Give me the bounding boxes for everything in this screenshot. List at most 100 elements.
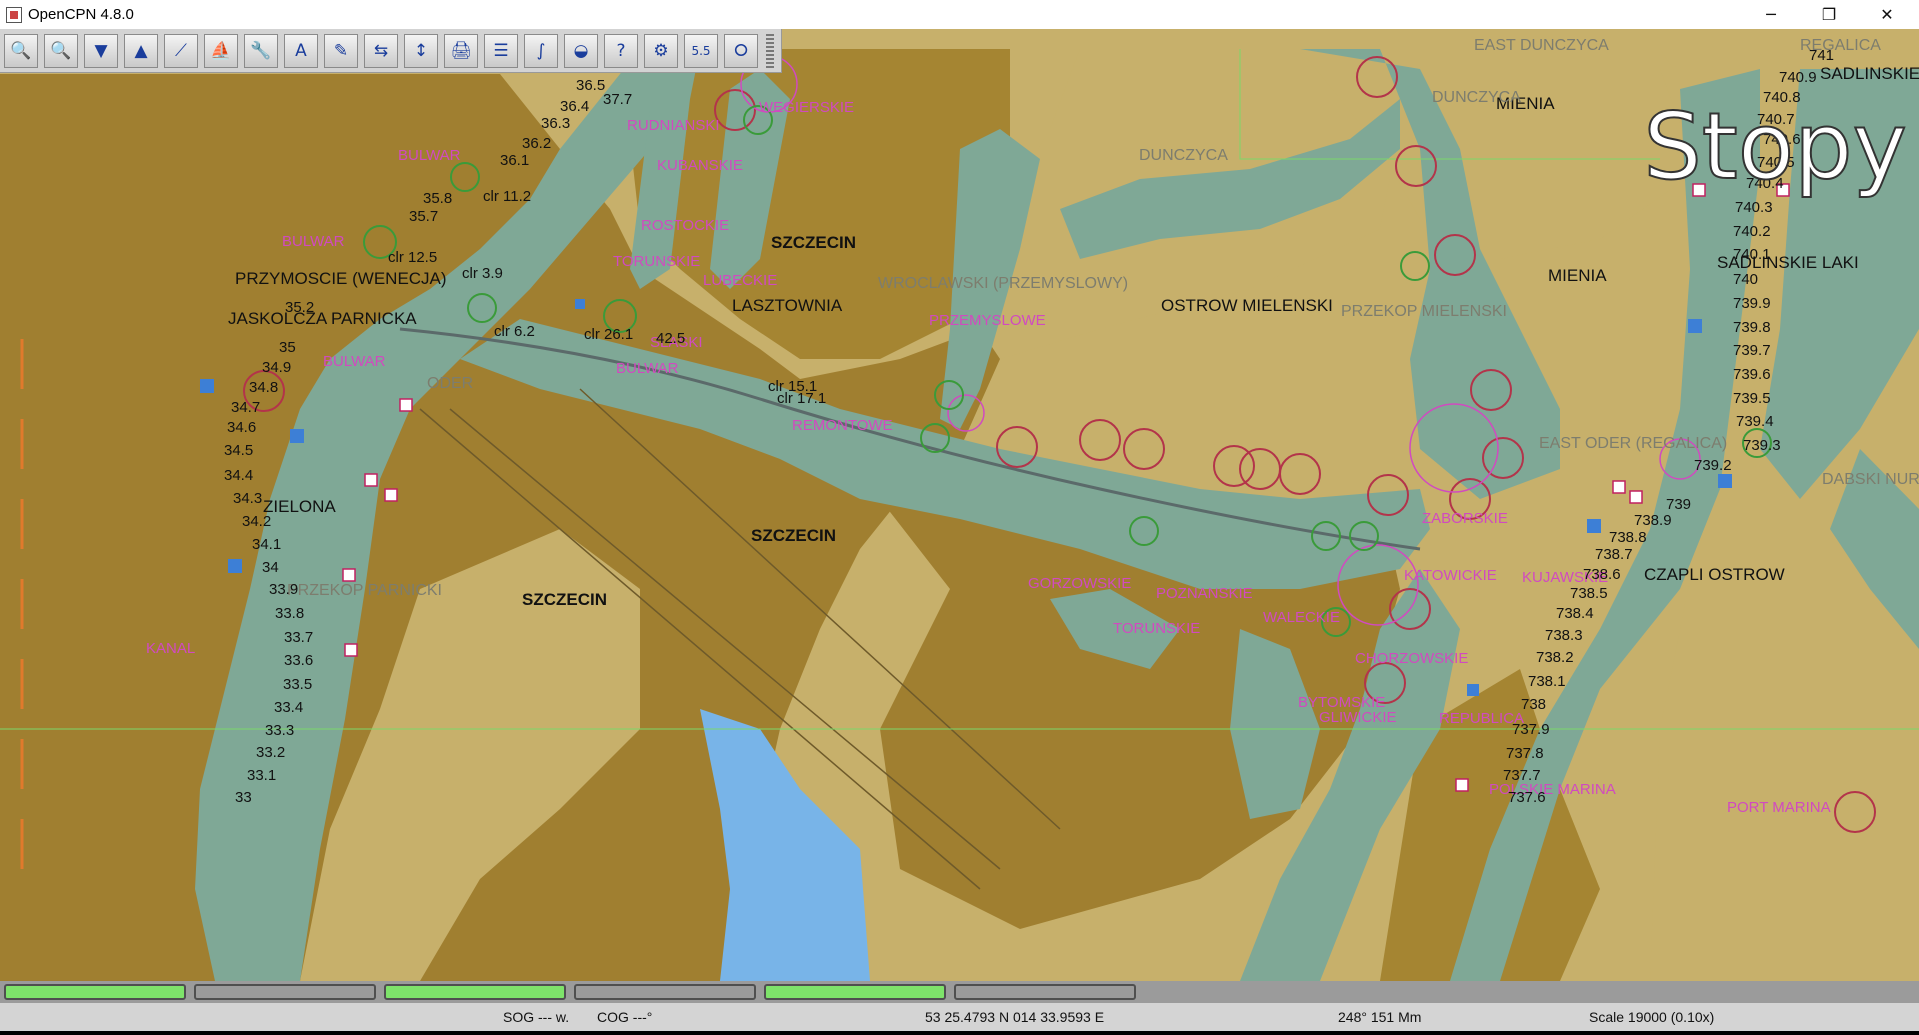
depth-sounding: 740 [1733, 271, 1759, 288]
chart-bar-item[interactable] [4, 984, 186, 1000]
berth-name: PORT MARINA [1727, 799, 1831, 816]
depth-sounding: 33.8 [275, 605, 305, 622]
ais-icon[interactable]: ⚙ [644, 33, 678, 68]
color-scheme-icon[interactable]: ◒ [564, 33, 598, 68]
place-name: SADLINSKIE L [1820, 64, 1919, 83]
depth-sounding: 739.3 [1743, 437, 1781, 454]
depth-sounding: 738.1 [1528, 673, 1566, 690]
cog-readout: COG ---° [597, 1009, 653, 1025]
track-icon[interactable]: ∫ [524, 33, 558, 68]
berth-name: GORZOWSKIE [1028, 575, 1132, 592]
scale-out-icon[interactable]: ▲ [124, 33, 158, 68]
depth-sounding: 738.4 [1556, 605, 1594, 622]
waterway-name: EAST DUNCZYCA [1474, 37, 1609, 54]
depth-sounding: 738.8 [1609, 529, 1647, 546]
berth-name: BULWAR [323, 353, 386, 370]
berth-name: PRZEMYSLOWE [929, 312, 1046, 329]
chart-canvas[interactable]: SZCZECIN SZCZECIN SZCZECIN LASZTOWNIA OSTROW… [0, 29, 1919, 981]
quilt-icon[interactable]: ↕ [404, 33, 438, 68]
berth-name: BULWAR [282, 233, 345, 250]
chart-bar-item[interactable] [574, 984, 756, 1000]
place-name-bold: SZCZECIN [522, 590, 607, 609]
depth-sounding: 33.3 [265, 722, 295, 739]
settings-icon[interactable]: 🔧 [244, 33, 278, 68]
chart-bar [0, 981, 1919, 1003]
chart-bar-item[interactable] [954, 984, 1136, 1000]
depth-sounding: 738 [1521, 696, 1547, 713]
depth-sounding: 741 [1809, 47, 1835, 64]
berth-name: KANAL [146, 640, 196, 657]
waterway-name: DABSKI NURT [1822, 471, 1919, 488]
scale-in-icon[interactable]: ▼ [84, 33, 118, 68]
depth-sounding: 740.2 [1733, 223, 1771, 240]
chart-bar-item[interactable] [764, 984, 946, 1000]
main-toolbar: 🔍 🔍 ▼ ▲ ⟋ ⛵ 🔧 A ✎ ⇆ ↕ 🖨 ☰ ∫ ◒? ⚙ 5.5 ⭘ [0, 29, 782, 73]
place-name: PRZYMOSCIE (WENECJA) [235, 269, 447, 288]
waterway-name: EAST ODER (REGALICA) [1539, 435, 1728, 452]
minimize-button[interactable]: ─ [1748, 0, 1794, 29]
chart-bar-item[interactable] [384, 984, 566, 1000]
depth-sounding: 737.9 [1512, 721, 1550, 738]
route-icon[interactable]: ⟋ [164, 33, 198, 68]
version-icon[interactable]: 5.5 [684, 33, 718, 68]
place-name-bold: SZCZECIN [751, 526, 836, 545]
chart-bar-item[interactable] [194, 984, 376, 1000]
berth-name: GLIWICKIE [1319, 709, 1397, 726]
berth-name: WALECKIE [1263, 609, 1340, 626]
depth-sounding: 33.7 [284, 629, 314, 646]
place-name: CZAPLI OSTROW [1644, 565, 1785, 584]
depth-sounding: 35.7 [409, 208, 439, 225]
depth-sounding: clr 17.1 [777, 390, 827, 407]
restore-button[interactable]: ❐ [1806, 0, 1852, 29]
depth-sounding: 738.6 [1583, 566, 1621, 583]
print-icon[interactable]: 🖨 [444, 33, 478, 68]
zoom-in-icon[interactable]: 🔍 [4, 33, 38, 68]
waterway-name: PRZEKOP MIELENSKI [1341, 303, 1507, 320]
depth-sounding: 33.4 [274, 699, 304, 716]
depth-sounding: 34.6 [227, 419, 257, 436]
help-icon[interactable]: ? [604, 33, 638, 68]
depth-sounding: 737.8 [1506, 745, 1544, 762]
depth-sounding: 739.5 [1733, 390, 1771, 407]
depth-sounding: 740.1 [1733, 246, 1771, 263]
toolbar-grip[interactable] [766, 33, 774, 68]
depth-sounding: 738.3 [1545, 627, 1583, 644]
depth-sounding: 36.2 [522, 135, 552, 152]
place-name: LASZTOWNIA [732, 296, 843, 315]
depth-sounding: 739.4 [1736, 413, 1774, 430]
text-icon[interactable]: A [284, 33, 318, 68]
waterway-name: DUNCZYCA [1432, 89, 1521, 106]
bearing-readout: 248° 151 Mm [1338, 1009, 1422, 1025]
depth-sounding: 740.3 [1735, 199, 1773, 216]
berth-name: BULWAR [616, 360, 679, 377]
depth-sounding: 34 [262, 559, 279, 576]
current-icon[interactable]: ✎ [324, 33, 358, 68]
close-button[interactable]: ✕ [1864, 0, 1910, 29]
depth-sounding: 739 [1666, 496, 1692, 513]
depth-sounding: 739.8 [1733, 319, 1771, 336]
berth-name: POZNANSKIE [1156, 585, 1253, 602]
depth-sounding: 36.4 [560, 98, 590, 115]
depth-sounding: 33.2 [256, 744, 286, 761]
mob-icon[interactable]: ⭘ [724, 33, 758, 68]
depth-sounding: 34.3 [233, 490, 263, 507]
depth-sounding: 42.5 [656, 330, 686, 347]
depth-sounding: 738.5 [1570, 585, 1608, 602]
depth-sounding: clr 12.5 [388, 249, 438, 266]
app-icon [6, 6, 22, 23]
waterway-name: PRZEKOP PARNICKI [287, 582, 442, 599]
depth-sounding: 737.7 [1503, 767, 1541, 784]
depth-sounding: 740.9 [1779, 69, 1817, 86]
tide-icon[interactable]: ⇆ [364, 33, 398, 68]
place-name-bold: SZCZECIN [771, 233, 856, 252]
place-name: MIENIA [1548, 266, 1607, 285]
route-manager-icon[interactable]: ☰ [484, 33, 518, 68]
place-name: JASKOLCZA PARNICKA [228, 309, 417, 328]
auto-follow-icon[interactable]: ⛵ [204, 33, 238, 68]
depth-sounding: 739.7 [1733, 342, 1771, 359]
waterway-name: ODER [427, 375, 474, 392]
depth-sounding: 35.8 [423, 190, 453, 207]
berth-name: WEGIERSKIE [759, 99, 855, 116]
zoom-out-icon[interactable]: 🔍 [44, 33, 78, 68]
depth-sounding: 739.9 [1733, 295, 1771, 312]
